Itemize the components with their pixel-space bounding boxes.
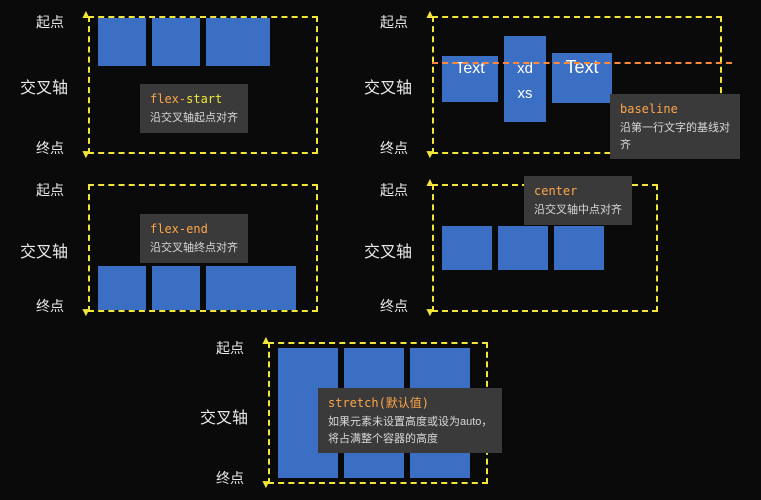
label-end: 终点 (36, 296, 64, 316)
label-cross-axis: 交叉轴 (20, 238, 68, 262)
panel-flex-start: 起点 交叉轴 终点 ▲ ▼ flex-start 沿交叉轴起点对齐 (20, 6, 330, 166)
flex-item (442, 226, 492, 270)
label-start: 起点 (216, 338, 244, 358)
flex-item: xd xs (504, 36, 546, 122)
label-start: 起点 (36, 12, 64, 32)
tooltip-desc: 沿交叉轴中点对齐 (534, 202, 622, 219)
flex-item (498, 226, 548, 270)
tooltip-desc-2: 将占满整个容器的高度 (328, 431, 492, 448)
panel-stretch: 起点 交叉轴 终点 ▲ ▼ stretch(默认值) 如果元素未设置高度或设为a… (200, 336, 620, 496)
flex-item (206, 266, 296, 310)
label-cross-axis: 交叉轴 (20, 74, 68, 98)
tooltip-desc-1: 如果元素未设置高度或设为auto， (328, 414, 492, 431)
tooltip-desc: 沿第一行文字的基线对齐 (620, 120, 730, 153)
tooltip-flex-end: flex-end 沿交叉轴终点对齐 (140, 214, 248, 263)
flex-item (98, 266, 146, 310)
tooltip-stretch: stretch(默认值) 如果元素未设置高度或设为auto， 将占满整个容器的高… (318, 388, 502, 453)
panel-flex-end: 起点 交叉轴 终点 ▼ flex-end 沿交叉轴终点对齐 (20, 178, 330, 318)
flex-item (206, 18, 270, 66)
label-start: 起点 (380, 180, 408, 200)
label-cross-axis: 交叉轴 (364, 238, 412, 262)
tooltip-baseline: baseline 沿第一行文字的基线对齐 (610, 94, 740, 159)
flex-item (554, 226, 604, 270)
label-end: 终点 (216, 468, 244, 488)
tooltip-title: baseline (620, 100, 730, 118)
tooltip-desc: 沿交叉轴终点对齐 (150, 240, 238, 257)
tooltip-title: flex-start (150, 90, 238, 108)
label-end: 终点 (380, 138, 408, 158)
label-cross-axis: 交叉轴 (364, 74, 412, 98)
panel-baseline: 起点 交叉轴 终点 ▲ ▼ Text xd xs Text baseline 沿… (380, 6, 740, 166)
label-end: 终点 (380, 296, 408, 316)
tooltip-center: center 沿交叉轴中点对齐 (524, 176, 632, 225)
flex-item: Text (552, 53, 612, 103)
tooltip-flex-start: flex-start 沿交叉轴起点对齐 (140, 84, 248, 133)
label-cross-axis: 交叉轴 (200, 404, 248, 428)
flex-item (152, 266, 200, 310)
label-start: 起点 (380, 12, 408, 32)
tooltip-title: center (534, 182, 622, 200)
baseline-indicator (432, 62, 732, 64)
tooltip-title: stretch(默认值) (328, 394, 492, 412)
label-end: 终点 (36, 138, 64, 158)
flex-item (98, 18, 146, 66)
tooltip-title: flex-end (150, 220, 238, 238)
tooltip-desc: 沿交叉轴起点对齐 (150, 110, 238, 127)
label-start: 起点 (36, 180, 64, 200)
flex-item (152, 18, 200, 66)
panel-center: 起点 交叉轴 终点 ▲ ▼ center 沿交叉轴中点对齐 (380, 178, 740, 318)
